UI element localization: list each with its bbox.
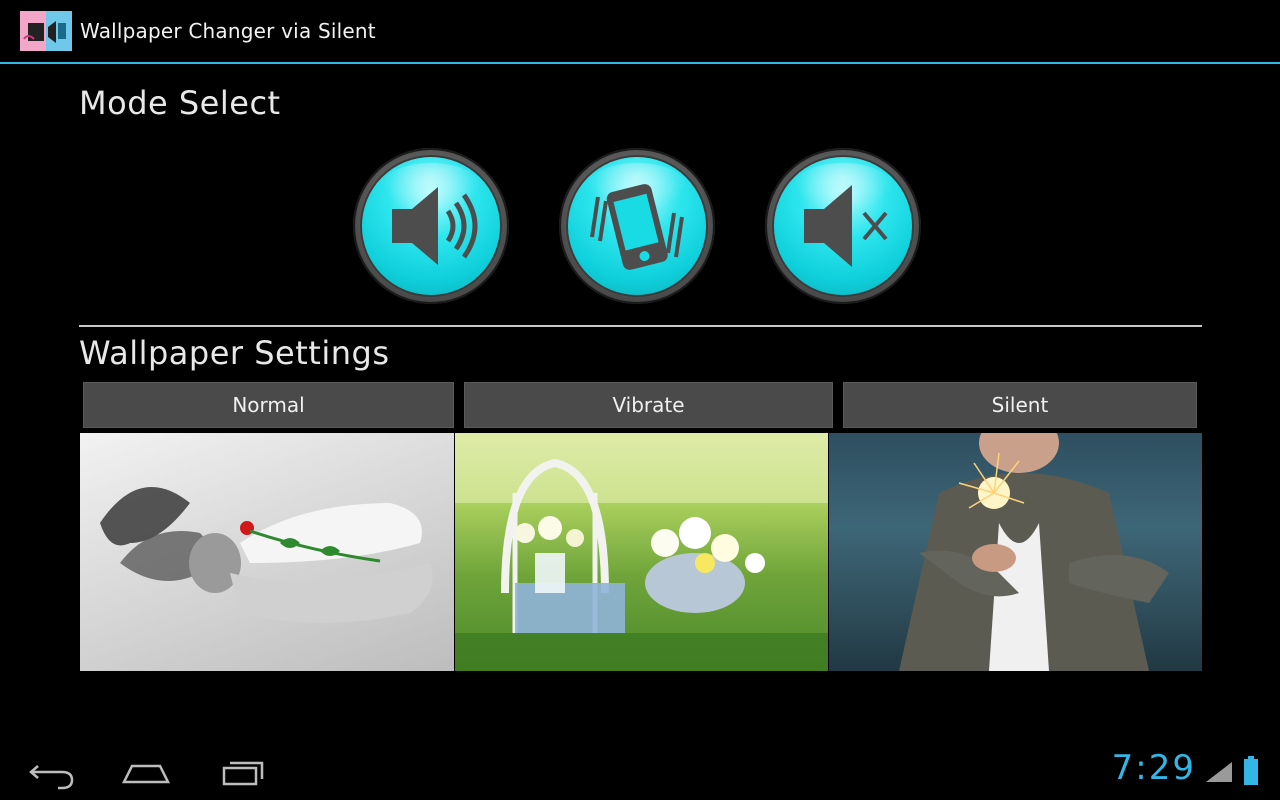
home-icon — [121, 764, 171, 784]
phone-vibrate-icon — [590, 184, 684, 270]
vibrate-wallpaper-button[interactable]: Vibrate — [464, 382, 833, 428]
silent-wallpaper-button[interactable]: Silent — [843, 382, 1197, 428]
section-divider — [79, 325, 1202, 327]
speaker-mute-icon — [804, 185, 888, 267]
wallpaper-settings-title: Wallpaper Settings — [79, 334, 390, 372]
vibrate-wallpaper-preview[interactable] — [455, 433, 828, 671]
vibrate-mode-button[interactable] — [559, 148, 715, 304]
back-icon — [29, 765, 74, 790]
clock[interactable]: 7:29 — [1112, 748, 1196, 788]
signal-icon — [1204, 760, 1234, 784]
mode-buttons — [0, 148, 1280, 304]
silent-wallpaper-preview[interactable] — [829, 433, 1202, 671]
silent-mode-button[interactable] — [765, 148, 921, 304]
speaker-sound-icon — [392, 187, 478, 265]
normal-wallpaper-preview[interactable] — [80, 433, 454, 671]
screen: Wallpaper Changer via Silent Mode Select — [0, 0, 1280, 800]
action-bar: Wallpaper Changer via Silent — [0, 0, 1280, 64]
battery-icon — [1242, 756, 1260, 786]
home-button[interactable] — [116, 754, 176, 790]
navigation-bar: 7:29 — [0, 740, 1280, 800]
mode-select-title: Mode Select — [79, 84, 281, 122]
back-button[interactable] — [22, 754, 82, 790]
normal-mode-button[interactable] — [353, 148, 509, 304]
normal-wallpaper-button[interactable]: Normal — [83, 382, 454, 428]
flowers-on-chair-photo — [455, 433, 828, 671]
woman-with-rose-photo — [100, 487, 433, 623]
app-icon[interactable] — [18, 3, 74, 59]
app-title: Wallpaper Changer via Silent — [80, 19, 376, 43]
recent-apps-button[interactable] — [212, 754, 272, 790]
recent-apps-icon — [222, 761, 264, 786]
woman-with-sparkler-photo — [899, 433, 1169, 671]
